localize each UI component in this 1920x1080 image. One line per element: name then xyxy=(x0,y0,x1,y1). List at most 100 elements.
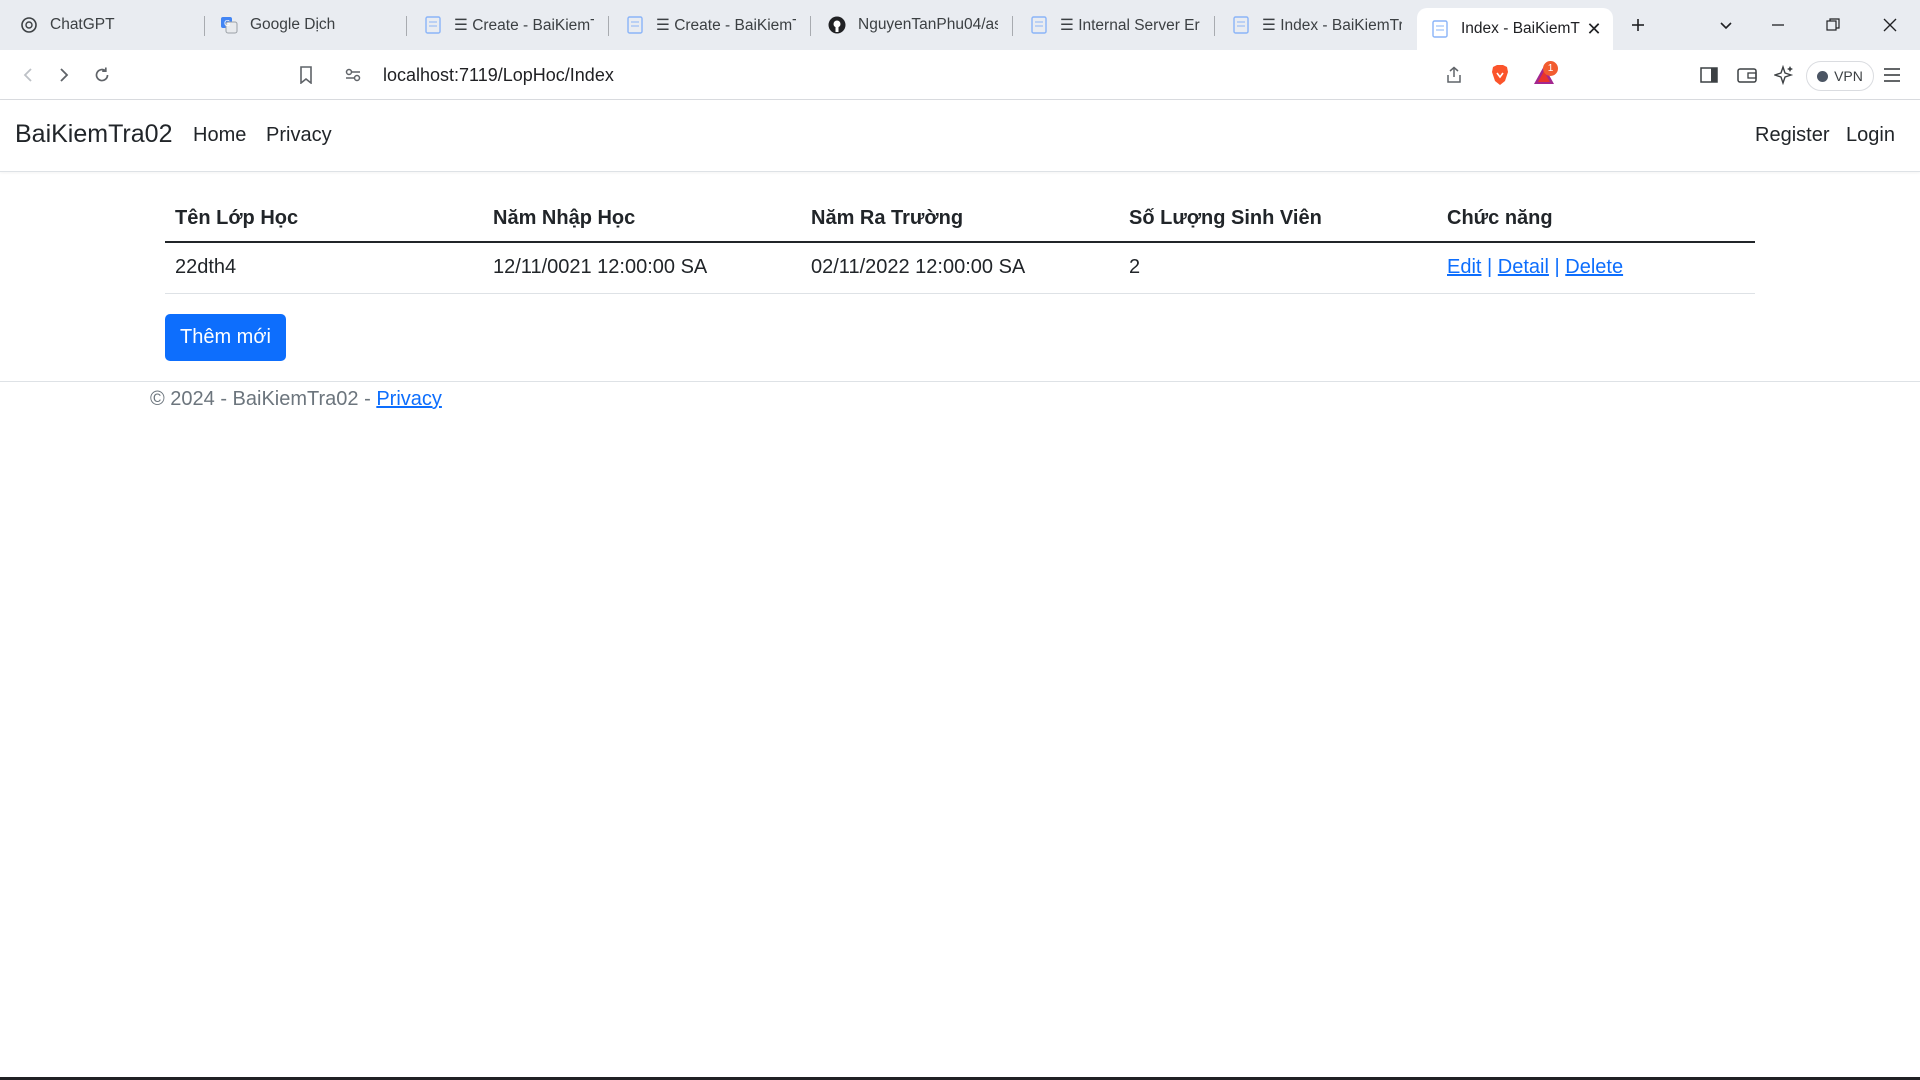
tab-index-1[interactable]: ☰ Index - BaiKiemTra xyxy=(1232,8,1402,42)
tab-label: NguyenTanPhu04/as; xyxy=(858,16,998,33)
column-header-chuc-nang: Chức năng xyxy=(1437,180,1755,243)
reload-button[interactable] xyxy=(86,60,118,90)
browser-toolbar: localhost:7119/LopHoc/Index 1 VPN xyxy=(0,50,1920,100)
sparkle-icon xyxy=(1774,65,1794,85)
detail-link[interactable]: Detail xyxy=(1498,256,1549,278)
vpn-label: VPN xyxy=(1834,68,1863,84)
cell-actions: Edit | Detail | Delete xyxy=(1437,242,1755,294)
column-header-nam-ra-truong: Năm Ra Trường xyxy=(801,180,1119,243)
notification-badge: 1 xyxy=(1543,61,1558,76)
delete-link[interactable]: Delete xyxy=(1565,256,1623,278)
nav-login-link[interactable]: Login xyxy=(1846,124,1895,147)
share-icon xyxy=(1447,66,1461,83)
column-header-ten-lop-hoc: Tên Lớp Học xyxy=(165,180,483,243)
table-row: 22dth4 12/11/0021 12:00:00 SA 02/11/2022… xyxy=(165,242,1755,294)
share-button[interactable] xyxy=(1438,60,1470,90)
lophoc-table: Tên Lớp Học Năm Nhập Học Năm Ra Trường S… xyxy=(165,180,1755,294)
column-header-so-luong-sinh-vien: Số Lượng Sinh Viên xyxy=(1119,180,1437,243)
site-navbar: BaiKiemTra02 Home Privacy Register Login xyxy=(0,100,1920,172)
minimize-icon xyxy=(1772,24,1784,26)
tab-label: ☰ Create - BaiKiemTr xyxy=(454,16,594,34)
tab-label: ChatGPT xyxy=(50,16,115,33)
edit-link[interactable]: Edit xyxy=(1447,256,1481,278)
address-bar[interactable]: localhost:7119/LopHoc/Index xyxy=(333,56,1578,94)
bookmark-button[interactable] xyxy=(290,60,322,90)
plus-icon xyxy=(1632,19,1644,31)
restore-button[interactable] xyxy=(1817,10,1849,40)
wallet-button[interactable] xyxy=(1731,60,1763,90)
table-header-row: Tên Lớp Học Năm Nhập Học Năm Ra Trường S… xyxy=(165,180,1755,243)
tab-google-translate[interactable]: G Google Dịch xyxy=(220,8,400,42)
svg-text:G: G xyxy=(224,19,230,28)
site-footer: © 2024 - BaiKiemTra02 - Privacy xyxy=(0,381,1920,421)
arrow-right-icon xyxy=(60,68,69,82)
nav-home-link[interactable]: Home xyxy=(193,124,246,147)
main-content: Tên Lớp Học Năm Nhập Học Năm Ra Trường S… xyxy=(165,180,1755,361)
rewards-triangle-icon: 1 xyxy=(1533,61,1558,85)
page-icon xyxy=(1232,16,1250,34)
reload-icon xyxy=(95,67,109,82)
cell-nam-ra-truong: 02/11/2022 12:00:00 SA xyxy=(801,242,1119,294)
chevron-down-icon xyxy=(1720,22,1732,30)
url-text: localhost:7119/LopHoc/Index xyxy=(383,65,614,85)
footer-text: © 2024 - BaiKiemTra02 - Privacy xyxy=(150,388,442,411)
tab-separator xyxy=(608,16,609,36)
brave-rewards-button[interactable]: 1 xyxy=(1528,60,1560,90)
cell-ten-lop-hoc: 22dth4 xyxy=(165,242,483,294)
tab-create-1[interactable]: ☰ Create - BaiKiemTr xyxy=(424,8,594,42)
nav-privacy-link[interactable]: Privacy xyxy=(266,124,332,147)
new-tab-button[interactable] xyxy=(1622,10,1654,40)
tab-separator xyxy=(810,16,811,36)
add-new-button[interactable]: Thêm mới xyxy=(165,314,286,361)
chatgpt-icon xyxy=(20,16,38,34)
tab-label: Index - BaiKiemT xyxy=(1461,20,1580,37)
tab-separator xyxy=(1012,16,1013,36)
forward-button[interactable] xyxy=(48,60,80,90)
brave-lion-icon xyxy=(1492,65,1508,85)
site-settings-icon[interactable] xyxy=(344,66,362,89)
tab-label: Google Dịch xyxy=(250,16,336,33)
footer-privacy-link[interactable]: Privacy xyxy=(376,388,442,410)
nav-register-link[interactable]: Register xyxy=(1755,124,1829,147)
action-separator: | xyxy=(1554,256,1560,279)
column-header-nam-nhap-hoc: Năm Nhập Học xyxy=(483,180,801,243)
arrow-left-icon xyxy=(23,68,32,82)
browser-tabstrip: ChatGPT G Google Dịch ☰ Create - BaiKiem… xyxy=(0,0,1920,50)
back-button[interactable] xyxy=(12,60,44,90)
cell-nam-nhap-hoc: 12/11/0021 12:00:00 SA xyxy=(483,242,801,294)
tab-create-2[interactable]: ☰ Create - BaiKiemTr xyxy=(626,8,796,42)
tab-index-active[interactable]: Index - BaiKiemT ✕ xyxy=(1417,8,1613,50)
tab-separator xyxy=(1214,16,1215,36)
tab-separator xyxy=(204,16,205,36)
tab-label: ☰ Internal Server Err xyxy=(1060,16,1200,34)
tab-internal-server-error[interactable]: ☰ Internal Server Err xyxy=(1030,8,1200,42)
close-window-button[interactable] xyxy=(1874,10,1906,40)
page-icon xyxy=(424,16,442,34)
page-icon xyxy=(1431,20,1449,38)
sidebar-icon xyxy=(1700,67,1718,83)
close-icon xyxy=(1883,18,1897,32)
github-icon xyxy=(828,16,846,34)
restore-icon xyxy=(1826,18,1840,31)
vpn-button[interactable]: VPN xyxy=(1806,61,1874,91)
tab-search-button[interactable] xyxy=(1710,10,1742,40)
page-icon xyxy=(626,16,644,34)
sidebar-button[interactable] xyxy=(1693,60,1725,90)
close-tab-icon[interactable]: ✕ xyxy=(1583,18,1605,40)
footer-copyright: © 2024 - BaiKiemTra02 - xyxy=(150,388,377,410)
google-translate-icon: G xyxy=(220,16,238,34)
tab-separator xyxy=(406,16,407,36)
tab-label: ☰ Index - BaiKiemTra xyxy=(1262,16,1402,34)
minimize-button[interactable] xyxy=(1762,10,1794,40)
page-icon xyxy=(1030,16,1048,34)
cell-so-luong-sinh-vien: 2 xyxy=(1119,242,1437,294)
wallet-icon xyxy=(1737,68,1757,83)
brave-shields-button[interactable] xyxy=(1484,60,1516,90)
leo-ai-button[interactable] xyxy=(1768,60,1800,90)
site-brand-link[interactable]: BaiKiemTra02 xyxy=(15,120,172,149)
tab-label: ☰ Create - BaiKiemTr xyxy=(656,16,796,34)
tab-chatgpt[interactable]: ChatGPT xyxy=(20,8,200,42)
hamburger-menu-icon xyxy=(1884,68,1900,82)
tab-github[interactable]: NguyenTanPhu04/as; xyxy=(828,8,998,42)
menu-button[interactable] xyxy=(1876,60,1908,90)
